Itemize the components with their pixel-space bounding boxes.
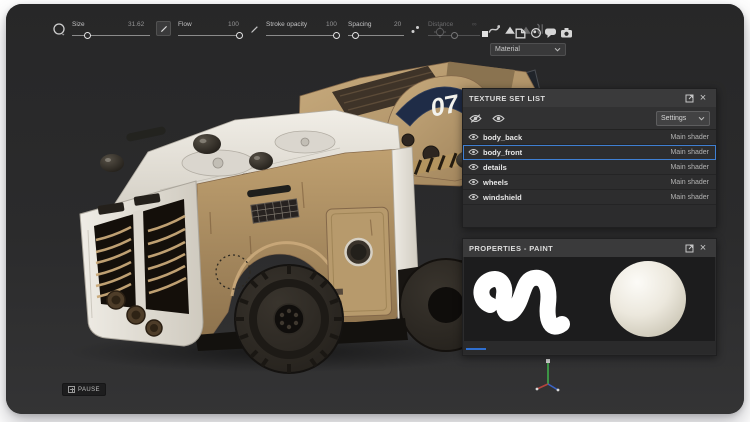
sphere-icon[interactable] <box>529 26 542 39</box>
texture-set-row-selected[interactable]: body_front Main shader <box>463 145 716 160</box>
visibility-eye-icon[interactable] <box>468 193 479 201</box>
material-sphere-preview <box>610 261 686 337</box>
material-dropdown-value: Material <box>495 46 554 53</box>
size-label: Size <box>72 21 85 28</box>
pencil-tip-icon[interactable] <box>248 23 260 35</box>
properties-paint-panel: PROPERTIES - PAINT × <box>462 238 717 356</box>
size-value: 31.62 <box>128 21 144 28</box>
note-icon[interactable] <box>513 26 527 40</box>
texture-set-list-panel: TEXTURE SET LIST × Settings body_back Ma… <box>462 88 717 228</box>
scroll-indicator[interactable] <box>466 348 486 350</box>
popout-icon[interactable] <box>682 91 696 105</box>
flow-label: Flow <box>178 21 192 28</box>
stroke-opacity-slider[interactable] <box>266 35 340 36</box>
brush-preview-area[interactable] <box>464 257 715 341</box>
texture-set-list-header: TEXTURE SET LIST × <box>463 89 716 107</box>
brush-stroke-preview <box>470 257 600 341</box>
brush-tool-icon[interactable] <box>52 22 68 38</box>
texture-set-filter-bar: Settings <box>463 107 716 130</box>
camera-icon[interactable] <box>559 26 573 39</box>
spacing-slider[interactable] <box>348 35 404 36</box>
chevron-down-icon <box>698 116 705 121</box>
popout-icon[interactable] <box>682 241 696 255</box>
flow-slider[interactable] <box>178 35 242 36</box>
settings-dropdown[interactable]: Settings <box>656 111 710 126</box>
flow-value: 100 <box>228 21 239 28</box>
texture-set-row[interactable]: body_back Main shader <box>463 130 716 145</box>
texture-set-row[interactable]: details Main shader <box>463 160 716 175</box>
chevron-down-icon <box>554 47 561 52</box>
stroke-opacity-label: Stroke opacity <box>266 21 307 28</box>
spacing-value: 20 <box>394 21 401 28</box>
stroke-dots-icon[interactable] <box>410 24 421 35</box>
properties-header: PROPERTIES - PAINT × <box>463 239 716 257</box>
properties-title: PROPERTIES - PAINT <box>469 244 682 253</box>
brush-tip-icon[interactable] <box>156 21 171 36</box>
settings-dropdown-value: Settings <box>661 115 698 122</box>
crosshair-icon[interactable] <box>434 26 446 38</box>
size-slider[interactable] <box>72 35 150 36</box>
eye-all-icon[interactable] <box>469 114 482 123</box>
stroke-opacity-value: 100 <box>326 21 337 28</box>
visibility-eye-icon[interactable] <box>468 148 479 156</box>
texture-set-row[interactable]: windshield Main shader <box>463 190 716 205</box>
stop-icon[interactable] <box>479 28 491 40</box>
pause-badge[interactable]: PAUSE <box>62 383 106 396</box>
spacing-label: Spacing <box>348 21 372 28</box>
visibility-eye-icon[interactable] <box>468 163 479 171</box>
pause-icon <box>68 386 75 393</box>
properties-footer <box>463 341 716 354</box>
distance-value: ∞ <box>472 21 477 28</box>
texture-set-list-title: TEXTURE SET LIST <box>469 94 682 103</box>
close-icon[interactable]: × <box>696 91 710 105</box>
texture-set-row[interactable]: wheels Main shader <box>463 175 716 190</box>
visibility-eye-icon[interactable] <box>468 178 479 186</box>
material-dropdown[interactable]: Material <box>490 43 566 56</box>
pause-label: PAUSE <box>78 387 100 393</box>
bubble-icon[interactable] <box>543 26 557 39</box>
visibility-eye-icon[interactable] <box>468 133 479 141</box>
app-window: 07 <box>6 4 744 414</box>
close-icon[interactable]: × <box>696 241 710 255</box>
eye-icon[interactable] <box>492 114 505 123</box>
